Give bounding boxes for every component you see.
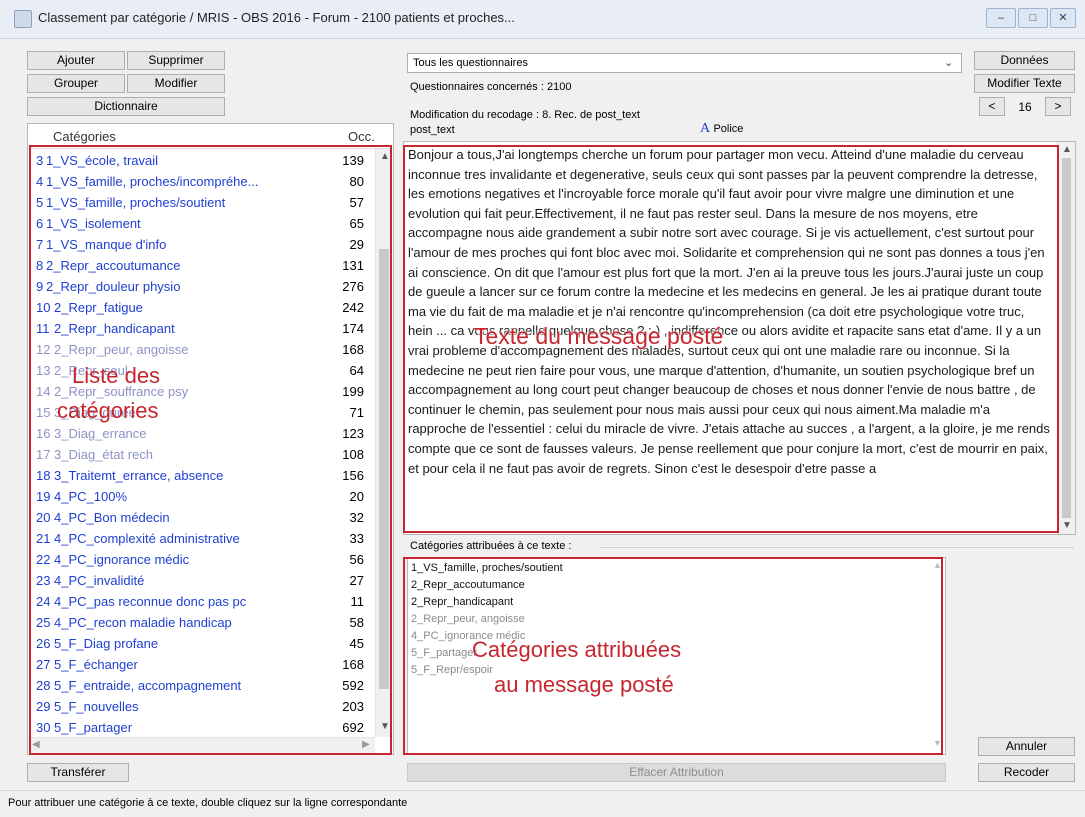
font-a-icon: A bbox=[700, 121, 711, 136]
status-bar: Pour attribuer une catégorie à ce texte,… bbox=[0, 790, 1085, 817]
maximize-button[interactable]: □ bbox=[1018, 8, 1048, 28]
window-title: Classement par catégorie / MRIS - OBS 20… bbox=[38, 10, 515, 25]
category-list-highlight bbox=[29, 145, 392, 755]
delete-button[interactable]: Supprimer bbox=[127, 51, 225, 70]
header-categories: Catégories bbox=[53, 129, 116, 144]
message-scroll-thumb[interactable] bbox=[1062, 158, 1071, 518]
header-occurrences: Occ. bbox=[348, 129, 375, 144]
data-button[interactable]: Données bbox=[974, 51, 1075, 70]
message-overlay-label: Texte du message posté bbox=[474, 323, 724, 349]
assigned-overlay-label-2: au message posté bbox=[494, 672, 674, 697]
status-text: Pour attribuer une catégorie à ce texte,… bbox=[8, 797, 408, 809]
message-scrollbar[interactable]: ▲ ▼ bbox=[1057, 142, 1075, 534]
questionnaire-select[interactable]: Tous les questionnaires ⌄ bbox=[407, 53, 962, 73]
font-control[interactable]: A Police bbox=[700, 121, 743, 137]
chevron-down-icon[interactable]: ⌄ bbox=[944, 56, 953, 69]
list-overlay-label-2: catégories bbox=[57, 398, 159, 423]
group-button[interactable]: Grouper bbox=[27, 74, 125, 93]
field-name: post_text bbox=[410, 124, 455, 136]
transfer-button[interactable]: Transférer bbox=[27, 763, 129, 782]
app-icon bbox=[14, 10, 32, 28]
dictionary-button[interactable]: Dictionnaire bbox=[27, 97, 225, 116]
assigned-overlay-label-1: Catégories attribuées bbox=[472, 637, 682, 662]
message-scroll-up-icon[interactable]: ▲ bbox=[1062, 144, 1072, 155]
prev-record-button[interactable]: < bbox=[979, 97, 1005, 116]
recode-button[interactable]: Recoder bbox=[978, 763, 1075, 782]
modify-button[interactable]: Modifier bbox=[127, 74, 225, 93]
record-number: 16 bbox=[1018, 100, 1032, 114]
title-bar: Classement par catégorie / MRIS - OBS 20… bbox=[0, 0, 1085, 39]
message-scroll-down-icon[interactable]: ▼ bbox=[1062, 520, 1072, 531]
minimize-button[interactable]: – bbox=[986, 8, 1016, 28]
assigned-divider bbox=[600, 547, 1074, 548]
close-button[interactable]: ✕ bbox=[1050, 8, 1076, 28]
modify-text-button[interactable]: Modifier Texte bbox=[974, 74, 1075, 93]
cancel-button[interactable]: Annuler bbox=[978, 737, 1075, 756]
assigned-title: Catégories attribuées à ce texte : bbox=[410, 540, 572, 552]
questionnaire-select-value: Tous les questionnaires bbox=[413, 57, 528, 69]
next-record-button[interactable]: > bbox=[1045, 97, 1071, 116]
recode-info: Modification du recodage : 8. Rec. de po… bbox=[410, 109, 640, 121]
add-button[interactable]: Ajouter bbox=[27, 51, 125, 70]
list-overlay-label-1: Liste des bbox=[72, 363, 161, 388]
questionnaires-count: Questionnaires concernés : 2100 bbox=[410, 81, 572, 93]
font-label: Police bbox=[713, 123, 744, 135]
clear-attribution-button[interactable]: Effacer Attribution bbox=[407, 763, 946, 782]
